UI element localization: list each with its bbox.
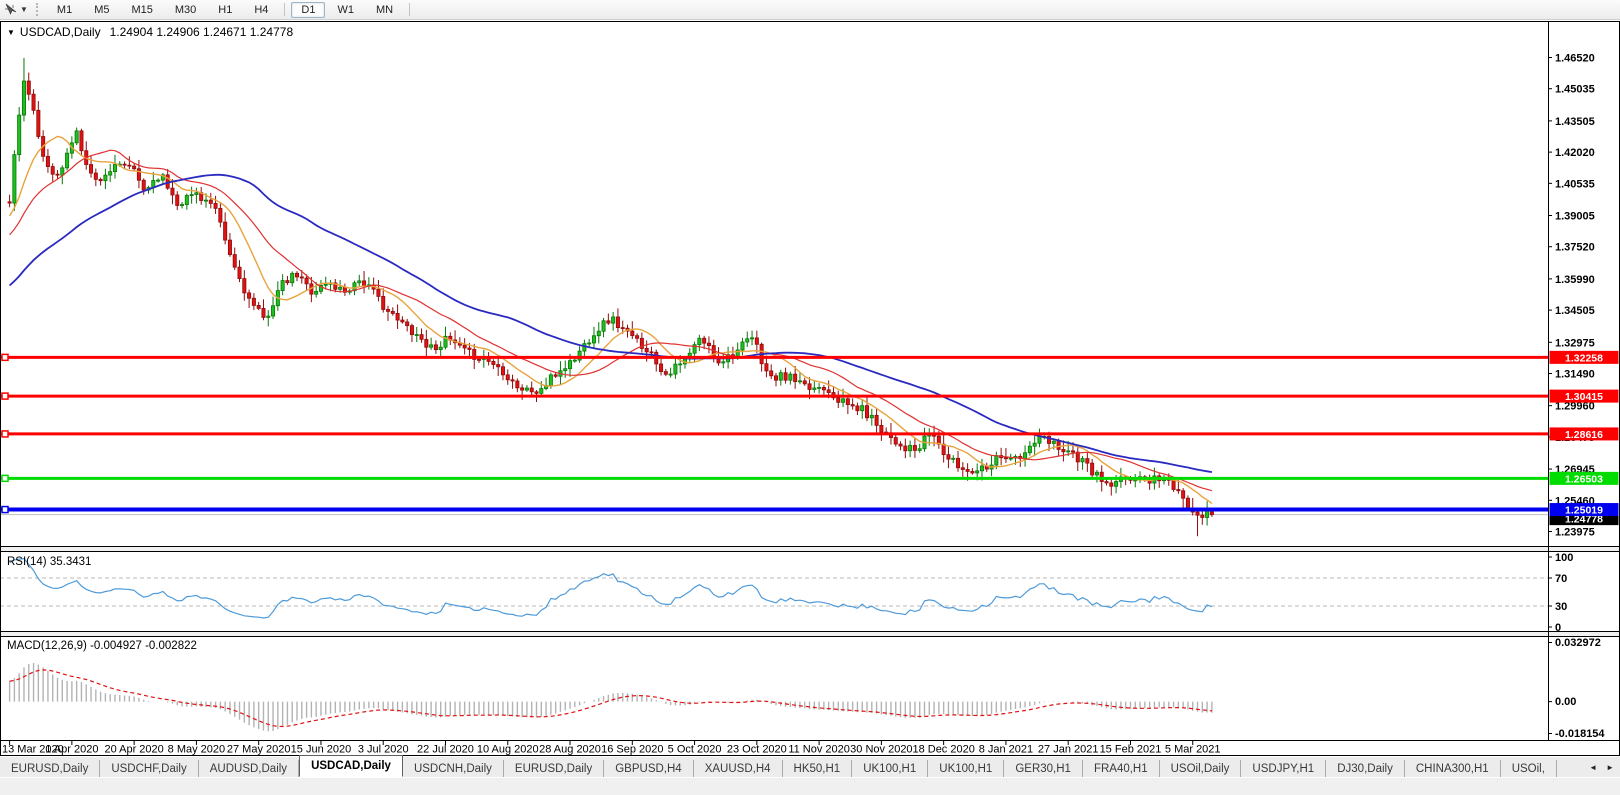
svg-text:1 Apr 2020: 1 Apr 2020 bbox=[45, 744, 98, 756]
symbol-tabbar: EURUSD,DailyUSDCHF,DailyAUDUSD,DailyUSDC… bbox=[0, 757, 1620, 777]
svg-text:30 Nov 2020: 30 Nov 2020 bbox=[850, 744, 912, 756]
timeframe-button-m1[interactable]: M1 bbox=[47, 2, 82, 18]
status-strip bbox=[0, 777, 1620, 795]
svg-text:1.32258: 1.32258 bbox=[1565, 352, 1603, 364]
svg-text:8 Jan 2021: 8 Jan 2021 bbox=[979, 744, 1033, 756]
timeframe-button-m5[interactable]: M5 bbox=[84, 2, 119, 18]
svg-text:23 Oct 2020: 23 Oct 2020 bbox=[727, 744, 787, 756]
svg-text:1.37520: 1.37520 bbox=[1555, 242, 1595, 254]
symbol-tab-china300-h1-16[interactable]: CHINA300,H1 bbox=[1405, 760, 1501, 777]
tab-scroll-right-icon[interactable]: ► bbox=[1606, 763, 1614, 772]
level-anchor-handle[interactable] bbox=[2, 475, 8, 481]
timeframe-buttons: M1M5M15M30H1H4 D1W1MN bbox=[46, 2, 415, 18]
macd-axis-label: 0.00 bbox=[1555, 696, 1576, 708]
timeframe-button-m15[interactable]: M15 bbox=[121, 2, 162, 18]
timeframe-button-h1[interactable]: H1 bbox=[208, 2, 242, 18]
level-anchor-handle[interactable] bbox=[2, 507, 8, 513]
level-anchor-handle[interactable] bbox=[2, 393, 8, 399]
level-anchor-handle[interactable] bbox=[2, 431, 8, 437]
svg-text:27 Jan 2021: 27 Jan 2021 bbox=[1038, 744, 1099, 756]
symbol-tab-usdchf-daily-1[interactable]: USDCHF,Daily bbox=[100, 760, 198, 777]
rsi-axis-label: 70 bbox=[1555, 573, 1567, 585]
macd-axis-label: -0.018154 bbox=[1555, 728, 1605, 740]
svg-text:1.35990: 1.35990 bbox=[1555, 274, 1595, 286]
chart-cursor-tool[interactable]: ▼ bbox=[0, 3, 33, 16]
crosshair-cursor-icon bbox=[4, 3, 17, 16]
svg-text:11 Nov 2020: 11 Nov 2020 bbox=[788, 744, 850, 756]
symbol-tab-usdcad-daily-3[interactable]: USDCAD,Daily bbox=[299, 755, 403, 777]
toolbar-separator bbox=[409, 3, 410, 16]
symbol-tab-ger30-h1-11[interactable]: GER30,H1 bbox=[1004, 760, 1083, 777]
tab-scroll-left-icon[interactable]: ◄ bbox=[1589, 763, 1597, 772]
timeframe-button-d1[interactable]: D1 bbox=[291, 2, 325, 18]
svg-text:1.32975: 1.32975 bbox=[1555, 337, 1595, 349]
svg-text:1.42020: 1.42020 bbox=[1555, 147, 1595, 159]
symbol-tab-usoil-daily-13[interactable]: USOil,Daily bbox=[1160, 760, 1242, 777]
date-axis[interactable]: 13 Mar 20201 Apr 202020 Apr 20208 May 20… bbox=[2, 741, 1221, 756]
symbol-tab-hk50-h1-8[interactable]: HK50,H1 bbox=[783, 760, 853, 777]
timeframe-button-m30[interactable]: M30 bbox=[165, 2, 206, 18]
symbol-tab-dj30-daily-15[interactable]: DJ30,Daily bbox=[1326, 760, 1405, 777]
cursor-dropdown-arrow[interactable]: ▼ bbox=[20, 5, 28, 14]
svg-text:27 May 2020: 27 May 2020 bbox=[227, 744, 291, 756]
symbol-tab-xauusd-h4-7[interactable]: XAUUSD,H4 bbox=[694, 760, 783, 777]
symbol-tab-gbpusd-h4-6[interactable]: GBPUSD,H4 bbox=[604, 760, 693, 777]
svg-text:1.26503: 1.26503 bbox=[1565, 473, 1603, 485]
timeframe-button-mn[interactable]: MN bbox=[366, 2, 403, 18]
svg-text:1.40535: 1.40535 bbox=[1555, 178, 1595, 190]
svg-text:20 Apr 2020: 20 Apr 2020 bbox=[104, 744, 163, 756]
svg-text:1.23975: 1.23975 bbox=[1555, 527, 1595, 539]
level-price-tag: 1.26503 bbox=[1550, 472, 1619, 486]
toolbar-separator bbox=[284, 3, 285, 16]
symbol-tab-usdcnh-daily-4[interactable]: USDCNH,Daily bbox=[403, 760, 504, 777]
svg-text:16 Sep 2020: 16 Sep 2020 bbox=[601, 744, 663, 756]
symbol-tab-uk100-h1-10[interactable]: UK100,H1 bbox=[928, 760, 1004, 777]
price-chart-window[interactable]: 1.46520 1.45035 1.43505 1.42020 1.40535 1.390… bbox=[0, 19, 1620, 757]
svg-text:15 Jun 2020: 15 Jun 2020 bbox=[291, 744, 352, 756]
symbol-tab-fra40-h1-12[interactable]: FRA40,H1 bbox=[1083, 760, 1160, 777]
level-price-tag: 1.28616 bbox=[1550, 427, 1619, 441]
svg-text:1.46520: 1.46520 bbox=[1555, 53, 1595, 65]
macd-axis-label: 0.032972 bbox=[1555, 637, 1601, 649]
svg-text:1.43505: 1.43505 bbox=[1555, 116, 1595, 128]
svg-text:1.28616: 1.28616 bbox=[1565, 429, 1603, 441]
top-toolbar: ▼ M1M5M15M30H1H4 D1W1MN bbox=[0, 0, 1620, 20]
svg-text:3 Jul 2020: 3 Jul 2020 bbox=[358, 744, 409, 756]
svg-text:22 Jul 2020: 22 Jul 2020 bbox=[417, 744, 474, 756]
timeframe-button-h4[interactable]: H4 bbox=[244, 2, 278, 18]
tab-scroll-area: ◄ ► bbox=[1583, 757, 1620, 777]
level-anchor-handle[interactable] bbox=[2, 354, 8, 360]
svg-text:5 Oct 2020: 5 Oct 2020 bbox=[668, 744, 722, 756]
rsi-axis-label: 30 bbox=[1555, 601, 1567, 613]
rsi-axis-label: 0 bbox=[1555, 622, 1561, 634]
svg-text:15 Feb 2021: 15 Feb 2021 bbox=[1100, 744, 1162, 756]
svg-text:1.45035: 1.45035 bbox=[1555, 84, 1595, 96]
svg-text:5 Mar 2021: 5 Mar 2021 bbox=[1165, 744, 1221, 756]
svg-text:1.30415: 1.30415 bbox=[1565, 391, 1603, 403]
svg-text:18 Dec 2020: 18 Dec 2020 bbox=[912, 744, 974, 756]
symbol-tab-eurusd-daily-5[interactable]: EURUSD,Daily bbox=[504, 760, 604, 777]
level-price-tag: 1.25019 bbox=[1550, 503, 1619, 517]
svg-text:8 May 2020: 8 May 2020 bbox=[168, 744, 225, 756]
symbol-tab-audusd-daily-2[interactable]: AUDUSD,Daily bbox=[199, 760, 299, 777]
svg-text:1.34505: 1.34505 bbox=[1555, 305, 1595, 317]
symbol-tab-uk100-h1-9[interactable]: UK100,H1 bbox=[852, 760, 928, 777]
timeframe-button-w1[interactable]: W1 bbox=[327, 2, 364, 18]
symbol-tab-usdjpy-h1-14[interactable]: USDJPY,H1 bbox=[1241, 760, 1326, 777]
svg-text:1.31490: 1.31490 bbox=[1555, 369, 1595, 381]
symbol-tab-usoil--17[interactable]: USOil, bbox=[1501, 760, 1557, 777]
svg-text:28 Aug 2020: 28 Aug 2020 bbox=[539, 744, 601, 756]
svg-text:1.39005: 1.39005 bbox=[1555, 211, 1595, 223]
symbol-tab-eurusd-daily-0[interactable]: EURUSD,Daily bbox=[0, 760, 100, 777]
svg-text:10 Aug 2020: 10 Aug 2020 bbox=[477, 744, 539, 756]
level-price-tag: 1.30415 bbox=[1550, 390, 1619, 404]
svg-text:1.25019: 1.25019 bbox=[1565, 505, 1603, 517]
rsi-axis-label: 100 bbox=[1555, 552, 1573, 564]
toolbar-grip[interactable] bbox=[36, 3, 40, 16]
level-price-tag: 1.32258 bbox=[1550, 351, 1619, 365]
